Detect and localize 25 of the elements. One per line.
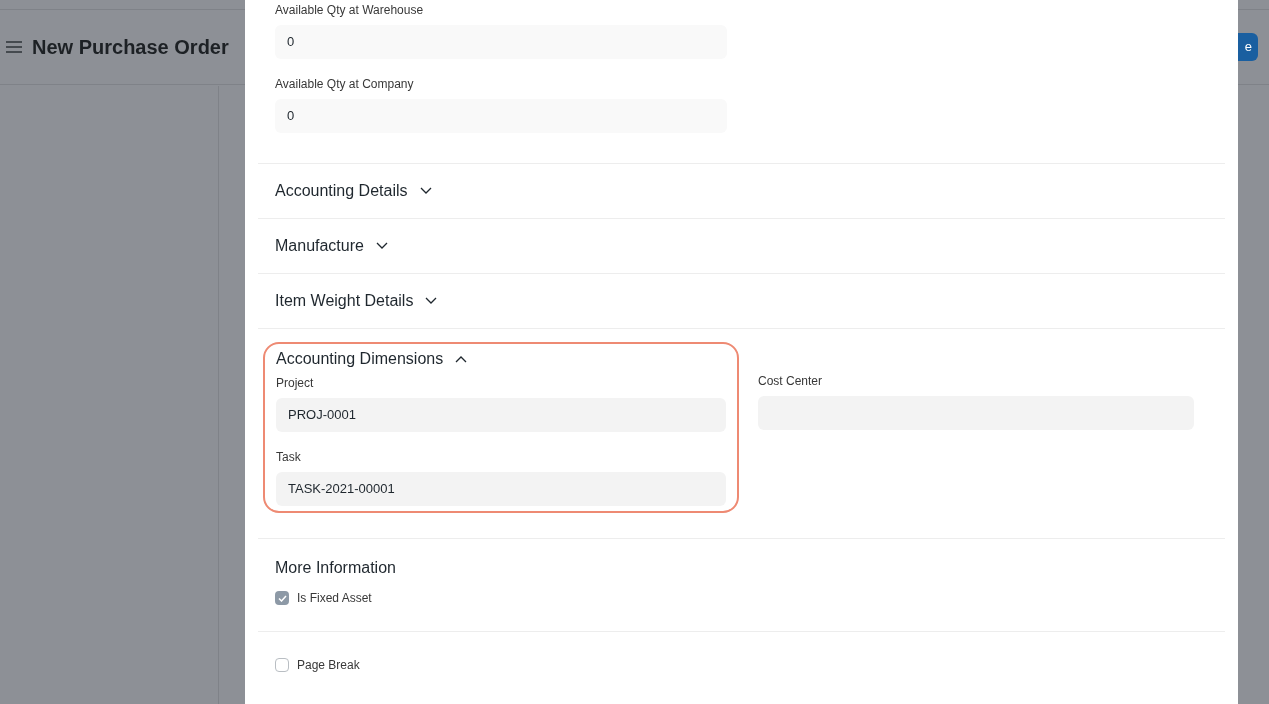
checkbox-label: Page Break [297, 657, 360, 674]
chevron-up-icon [455, 355, 468, 363]
field-label: Task [276, 450, 302, 465]
input-field[interactable]: TASK-2021-00001 [276, 472, 726, 506]
section-heading[interactable]: Accounting Details [275, 179, 408, 203]
field-label: Available Qty at Warehouse [275, 3, 425, 18]
input-field[interactable]: 0 [275, 99, 727, 133]
menu-icon[interactable] [6, 41, 22, 53]
checkbox[interactable] [275, 658, 289, 672]
field-label: Cost Center [758, 374, 824, 389]
input-field[interactable]: PROJ-0001 [276, 398, 726, 432]
section-heading[interactable]: Manufacture [275, 234, 364, 258]
field-label: Project [276, 376, 315, 391]
field-label: Available Qty at Company [275, 77, 415, 92]
chevron-down-icon [419, 187, 432, 195]
checkbox-label: Is Fixed Asset [297, 590, 372, 607]
chevron-down-icon [425, 297, 438, 305]
page-title: New Purchase Order [32, 35, 229, 60]
section-heading: More Information [275, 558, 397, 578]
check-icon [277, 594, 287, 602]
section-heading[interactable]: Accounting Dimensions [276, 347, 444, 371]
input-field[interactable]: 0 [275, 25, 727, 59]
chevron-down-icon [375, 242, 388, 250]
section-heading[interactable]: Item Weight Details [275, 289, 414, 313]
checkbox[interactable] [275, 591, 289, 605]
